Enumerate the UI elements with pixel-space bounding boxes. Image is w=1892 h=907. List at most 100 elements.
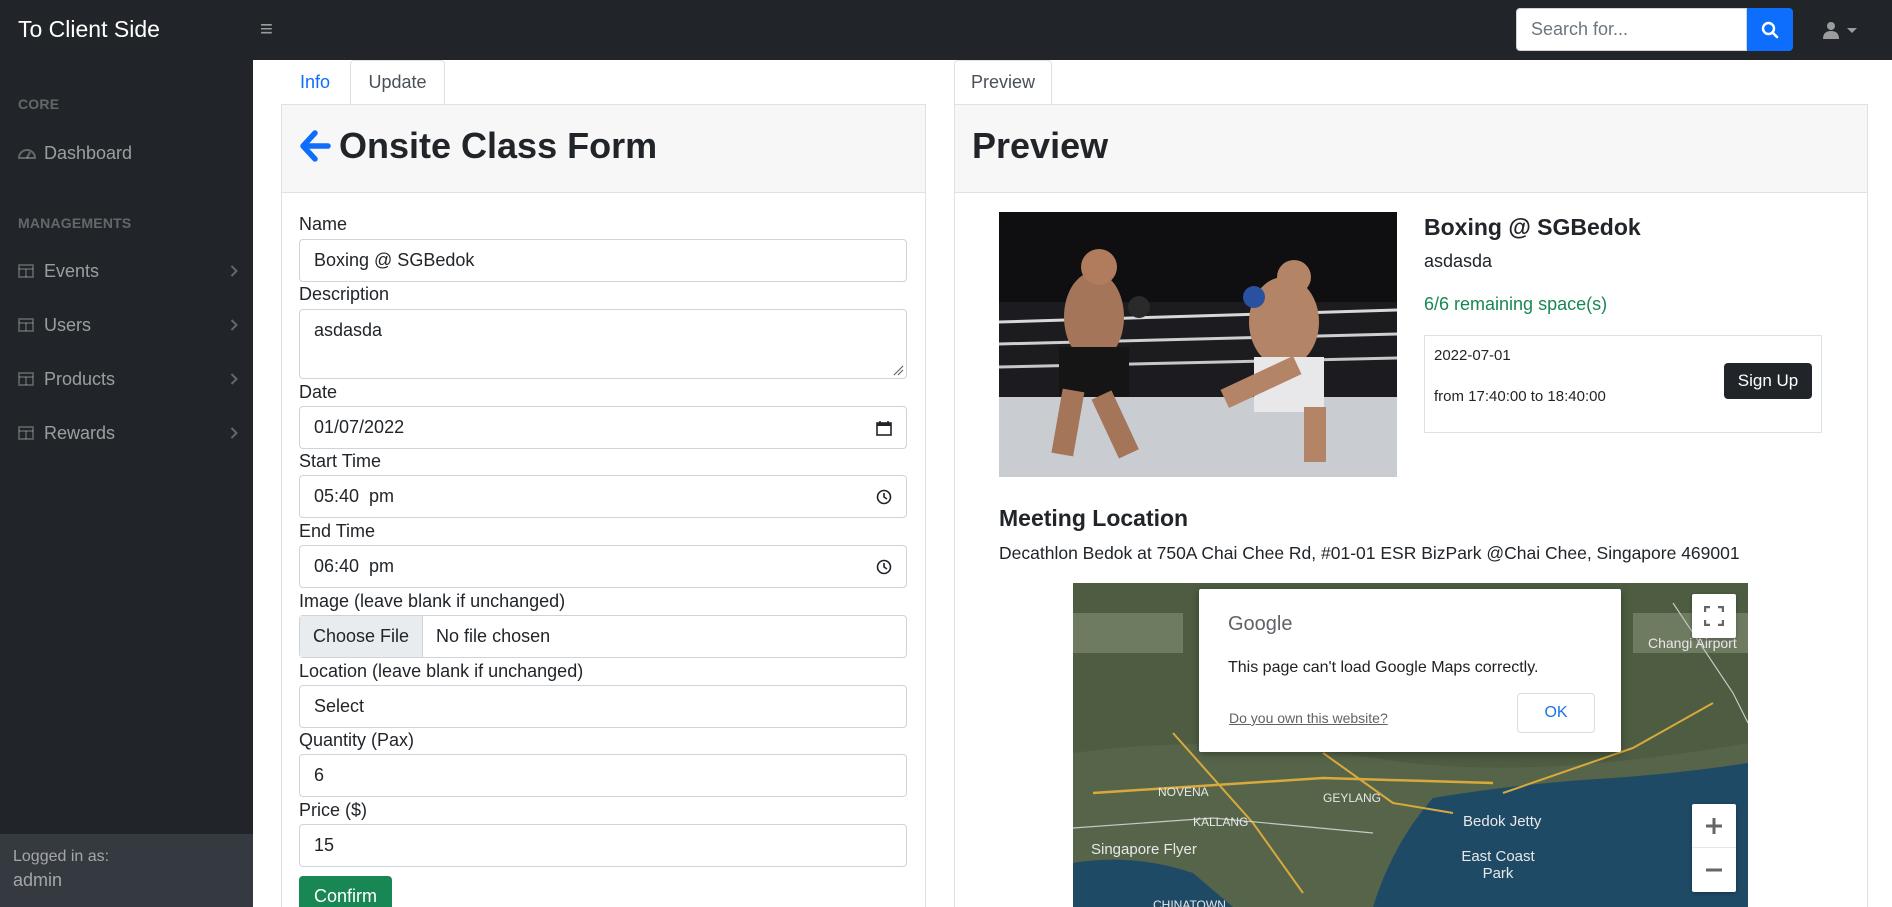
quantity-value: 6 [314,765,325,785]
sidebar-toggle-icon[interactable]: ≡ [260,18,273,40]
sidebar: CORE Dashboard MANAGEMENTS Events Users … [0,60,253,907]
price-label: Price ($) [299,800,368,820]
map-label-bedok-jetty: Bedok Jetty [1463,813,1542,830]
table-icon [18,264,44,278]
meeting-address: Decathlon Bedok at 750A Chai Chee Rd, #0… [999,543,1740,563]
description-field[interactable]: asdasda [299,309,907,379]
fullscreen-icon [1704,606,1724,626]
session-card: 2022-07-01 from 17:40:00 to 18:40:00 Sig… [1424,335,1822,433]
session-date: 2022-07-01 [1434,347,1511,364]
sidebar-item-label: Events [44,260,100,281]
dialog-ok-button[interactable]: OK [1517,693,1595,733]
event-description: asdasda [1424,251,1493,271]
clock-icon[interactable] [876,559,892,575]
sidebar-item-label: Users [44,314,92,335]
dashboard-icon [18,145,44,161]
price-field[interactable]: 15 [299,824,907,867]
logged-in-user: admin [13,870,63,890]
map-error-dialog: Google This page can't load Google Maps … [1199,589,1621,752]
image-file-input[interactable]: Choose File No file chosen [299,615,907,658]
map-label-geylang: GEYLANG [1323,791,1382,805]
chevron-down-icon [1847,27,1857,33]
minus-icon [1706,868,1722,872]
sidebar-item-label: Products [44,368,116,389]
name-field[interactable]: Boxing @ SGBedok [299,239,907,282]
meeting-location-title: Meeting Location [999,505,1189,531]
end-time-label: End Time [299,521,376,541]
session-time: from 17:40:00 to 18:40:00 [1434,388,1606,405]
description-label: Description [299,284,390,304]
search-input[interactable] [1516,8,1747,51]
quantity-field[interactable]: 6 [299,754,907,797]
sidebar-item-label: Dashboard [44,142,133,163]
zoom-controls [1692,804,1736,892]
search-button[interactable] [1747,8,1793,51]
price-value: 15 [314,835,335,855]
arrow-left-icon[interactable] [299,129,331,163]
search-icon [1761,21,1779,38]
sidebar-footer: Logged in as: admin [0,834,253,907]
clock-icon[interactable] [876,489,892,505]
location-select[interactable]: Select [299,685,907,728]
table-icon [18,372,44,386]
brand-title[interactable]: To Client Side [18,16,160,43]
date-value: 01/07/2022 [314,417,405,437]
table-icon [18,318,44,332]
map-label-novena: NOVENA [1158,785,1209,799]
description-value: asdasda [314,320,383,340]
chevron-right-icon [224,427,238,439]
map-error-message: This page can't load Google Maps correct… [1228,659,1539,676]
image-label: Image (leave blank if unchanged) [299,591,566,611]
confirm-button[interactable]: Confirm [299,876,392,907]
fullscreen-button[interactable] [1692,594,1736,638]
user-dropdown[interactable] [1822,17,1862,43]
sidebar-item-rewards[interactable]: Rewards [18,418,238,448]
map-label-kallang: KALLANG [1193,815,1249,829]
name-value: Boxing @ SGBedok [314,250,475,270]
logged-in-label: Logged in as: [13,848,110,865]
remaining-spaces: 6/6 remaining space(s) [1424,294,1608,314]
zoom-out-button[interactable] [1692,848,1736,892]
start-time-field[interactable]: 05:40 pm [299,475,907,518]
sidebar-heading-managements: MANAGEMENTS [18,215,132,231]
zoom-in-button[interactable] [1692,804,1736,848]
form-card-header: Onsite Class Form [282,105,925,193]
quantity-label: Quantity (Pax) [299,730,415,750]
tab-info[interactable]: Info [281,60,349,104]
user-icon [1823,22,1839,39]
sign-up-button[interactable]: Sign Up [1724,363,1812,399]
sidebar-item-label: Rewards [44,422,116,443]
tab-update[interactable]: Update [350,60,445,104]
google-logo: Google [1228,613,1293,635]
map-label-chinatown: CHINATOWN [1153,898,1226,907]
end-time-field[interactable]: 06:40 pm [299,545,907,588]
date-field[interactable]: 01/07/2022 [299,406,907,449]
date-label: Date [299,382,338,402]
sidebar-item-users[interactable]: Users [18,310,238,340]
sidebar-item-products[interactable]: Products [18,364,238,394]
file-status: No file chosen [436,626,551,646]
form-title: Onsite Class Form [339,125,658,166]
sidebar-item-dashboard[interactable]: Dashboard [18,138,238,168]
top-navbar: To Client Side ≡ [0,0,1892,60]
table-icon [18,426,44,440]
map-label-singapore-flyer: Singapore Flyer [1091,841,1197,858]
sidebar-item-events[interactable]: Events [18,256,238,286]
own-website-link[interactable]: Do you own this website? [1229,710,1388,726]
chevron-right-icon [224,319,238,331]
chevron-right-icon [224,265,238,277]
calendar-icon[interactable] [876,420,892,436]
chevron-right-icon [224,373,238,385]
event-name: Boxing @ SGBedok [1424,214,1641,240]
sidebar-heading-core: CORE [18,96,60,112]
preview-title: Preview [972,125,1109,166]
tab-preview[interactable]: Preview [954,60,1052,104]
choose-file-button[interactable]: Choose File [300,616,424,657]
map-label-east-coast-park: East Coast Park [1461,848,1535,882]
event-image [999,212,1397,477]
start-time-label: Start Time [299,451,382,471]
resize-handle-icon[interactable] [892,364,904,376]
plus-icon [1706,817,1722,834]
location-map[interactable]: NOVENA GEYLANG KALLANG Bedok Jetty East … [1073,583,1748,907]
end-time-value: 06:40 pm [314,556,395,576]
